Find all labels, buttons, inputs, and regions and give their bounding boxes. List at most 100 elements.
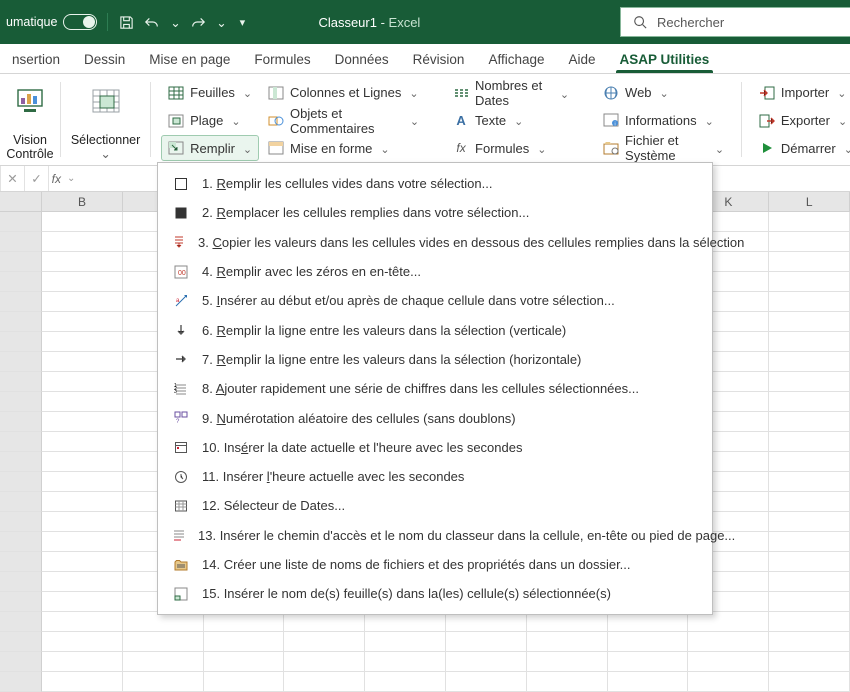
cell[interactable] xyxy=(42,252,123,272)
menu-item-11[interactable]: 11. Insérer l'heure actuelle avec les se… xyxy=(158,462,712,491)
row-header[interactable] xyxy=(0,492,42,512)
row-header[interactable] xyxy=(0,252,42,272)
fx-icon[interactable]: fx⌄ xyxy=(48,166,72,191)
cell[interactable] xyxy=(42,512,123,532)
menu-item-7[interactable]: 7. Remplir la ligne entre les valeurs da… xyxy=(158,345,712,374)
texte-button[interactable]: ATexte xyxy=(446,108,530,134)
cell[interactable] xyxy=(42,532,123,552)
cell[interactable] xyxy=(769,492,850,512)
cell[interactable] xyxy=(446,652,527,672)
menu-item-3[interactable]: 3. Copier les valeurs dans les cellules … xyxy=(158,228,712,257)
cell[interactable] xyxy=(769,612,850,632)
menu-item-14[interactable]: 14. Créer une liste de noms de fichiers … xyxy=(158,550,712,579)
undo-caret-icon[interactable]: ⌄ xyxy=(170,14,180,30)
fichier-et-système-button[interactable]: Fichier et Système xyxy=(596,135,731,161)
cell[interactable] xyxy=(42,472,123,492)
feuilles-button[interactable]: Feuilles xyxy=(161,80,259,106)
tab-aide[interactable]: Aide xyxy=(557,46,608,73)
search-box[interactable]: Rechercher xyxy=(620,7,850,37)
cell[interactable] xyxy=(42,352,123,372)
cell[interactable] xyxy=(446,632,527,652)
cell[interactable] xyxy=(608,632,689,652)
row-header[interactable] xyxy=(0,552,42,572)
cell[interactable] xyxy=(688,672,769,692)
cell[interactable] xyxy=(42,452,123,472)
row-header[interactable] xyxy=(0,412,42,432)
row-header[interactable] xyxy=(0,512,42,532)
cell[interactable] xyxy=(688,652,769,672)
menu-item-4[interactable]: 004. Remplir avec les zéros en en-tête..… xyxy=(158,257,712,286)
cell[interactable] xyxy=(769,232,850,252)
menu-item-1[interactable]: 1. Remplir les cellules vides dans votre… xyxy=(158,169,712,198)
cell[interactable] xyxy=(769,592,850,612)
cell[interactable] xyxy=(365,672,446,692)
tab-révision[interactable]: Révision xyxy=(401,46,477,73)
menu-item-5[interactable]: a5. Insérer au début et/ou après de chaq… xyxy=(158,286,712,315)
cell[interactable] xyxy=(769,532,850,552)
cell[interactable] xyxy=(284,672,365,692)
cell[interactable] xyxy=(769,432,850,452)
cell[interactable] xyxy=(42,292,123,312)
row-header[interactable] xyxy=(0,372,42,392)
cell[interactable] xyxy=(769,252,850,272)
cell[interactable] xyxy=(42,652,123,672)
cell[interactable] xyxy=(446,672,527,692)
redo-icon[interactable] xyxy=(190,14,206,30)
cell[interactable] xyxy=(769,392,850,412)
exporter-button[interactable]: Exporter xyxy=(752,108,850,134)
save-icon[interactable] xyxy=(118,14,134,30)
menu-item-15[interactable]: 15. Insérer le nom de(s) feuille(s) dans… xyxy=(158,579,712,608)
cell[interactable] xyxy=(769,272,850,292)
row-header[interactable] xyxy=(0,212,42,232)
row-header[interactable] xyxy=(0,472,42,492)
cell[interactable] xyxy=(42,312,123,332)
cell[interactable] xyxy=(769,332,850,352)
cell[interactable] xyxy=(42,212,123,232)
row-header[interactable] xyxy=(0,292,42,312)
row-header[interactable] xyxy=(0,592,42,612)
row-header[interactable] xyxy=(0,332,42,352)
row-header[interactable] xyxy=(0,572,42,592)
cell[interactable] xyxy=(769,292,850,312)
tab-asap-utilities[interactable]: ASAP Utilities xyxy=(608,46,722,73)
cell[interactable] xyxy=(42,372,123,392)
cell[interactable] xyxy=(527,672,608,692)
row-header[interactable] xyxy=(0,312,42,332)
tab-mise-en-page[interactable]: Mise en page xyxy=(137,46,242,73)
cell[interactable] xyxy=(769,412,850,432)
cell[interactable] xyxy=(769,512,850,532)
cell[interactable] xyxy=(204,652,285,672)
cell[interactable] xyxy=(42,552,123,572)
tab-dessin[interactable]: Dessin xyxy=(72,46,137,73)
cell[interactable] xyxy=(688,632,769,652)
row-header[interactable] xyxy=(0,632,42,652)
objets-et-commentaires-button[interactable]: Objets et Commentaires xyxy=(261,108,426,134)
menu-item-13[interactable]: 13. Insérer le chemin d'accès et le nom … xyxy=(158,521,712,550)
tab-nsertion[interactable]: nsertion xyxy=(0,46,72,73)
row-header[interactable] xyxy=(0,672,42,692)
cell[interactable] xyxy=(284,632,365,652)
cell[interactable] xyxy=(608,672,689,692)
row-header[interactable] xyxy=(0,452,42,472)
démarrer-button[interactable]: Démarrer xyxy=(752,135,850,161)
cell[interactable] xyxy=(42,592,123,612)
nombres-et-dates-button[interactable]: Nombres et Dates xyxy=(446,80,576,106)
menu-item-10[interactable]: 10. Insérer la date actuelle et l'heure … xyxy=(158,433,712,462)
redo-caret-icon[interactable]: ⌄ xyxy=(216,14,226,30)
informations-button[interactable]: iInformations xyxy=(596,108,721,134)
web-button[interactable]: Web xyxy=(596,80,676,106)
plage-button[interactable]: Plage xyxy=(161,108,247,134)
cell[interactable] xyxy=(123,632,204,652)
cell[interactable] xyxy=(42,332,123,352)
autosave-toggle[interactable]: umatique xyxy=(6,14,97,30)
tab-affichage[interactable]: Affichage xyxy=(476,46,556,73)
cell[interactable] xyxy=(42,432,123,452)
row-header[interactable] xyxy=(0,432,42,452)
cell[interactable] xyxy=(123,672,204,692)
cell[interactable] xyxy=(769,572,850,592)
cell[interactable] xyxy=(365,632,446,652)
col-header-L[interactable]: L xyxy=(769,192,850,211)
menu-item-12[interactable]: 12. Sélecteur de Dates... xyxy=(158,491,712,520)
mise-en-forme-button[interactable]: Mise en forme xyxy=(261,136,397,162)
menu-item-2[interactable]: 2. Remplacer les cellules remplies dans … xyxy=(158,198,712,227)
